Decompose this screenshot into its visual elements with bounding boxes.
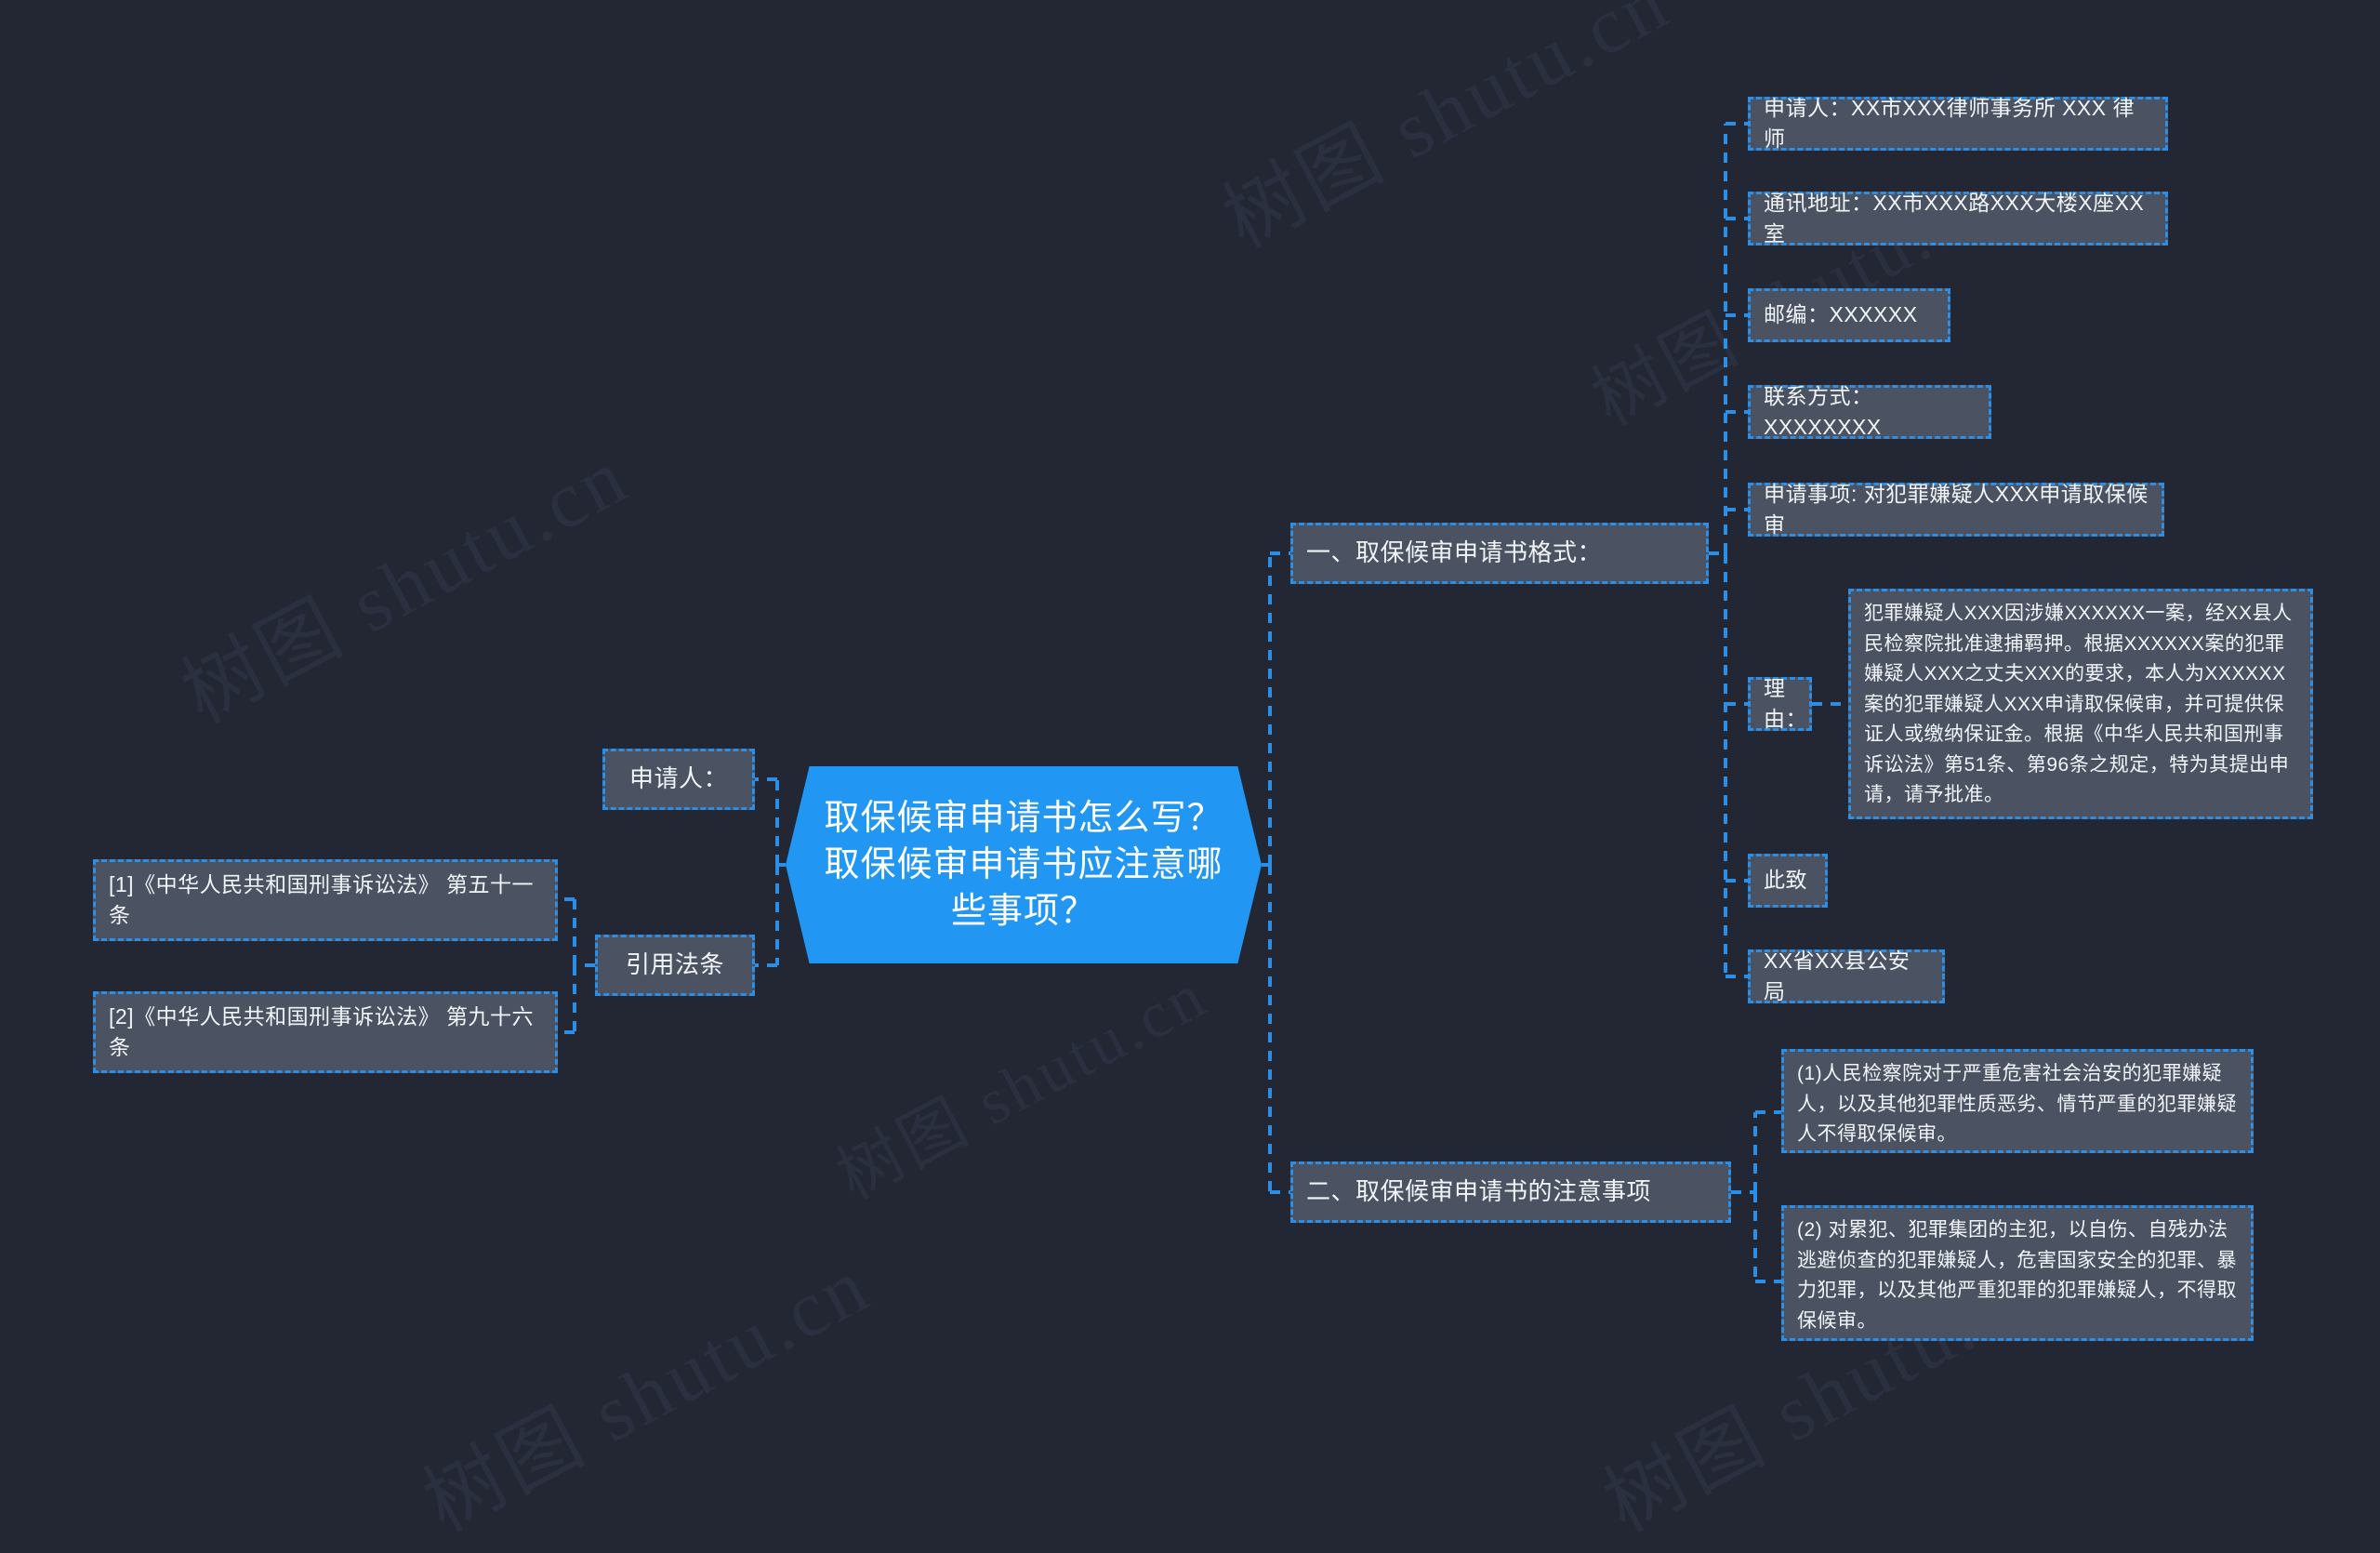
node-label: 二、取保候审申请书的注意事项 — [1306, 1177, 1652, 1206]
root-node-label: 取保候审申请书怎么写？取保候审申请书应注意哪些事项？ — [824, 798, 1223, 932]
node-reason-text[interactable]: 犯罪嫌疑人XXX因涉嫌XXXXXX一案，经XX县人民检察院批准逮捕羁押。根据XX… — [1848, 589, 2313, 819]
node-law-reference-1[interactable]: [1]《中华人民共和国刑事诉讼法》 第五十一条 — [93, 859, 558, 941]
node-note-1[interactable]: (1)人民检察院对于严重危害社会治安的犯罪嫌疑人，以及其他犯罪性质恶劣、情节严重… — [1781, 1049, 2254, 1153]
node-label: 引用法条 — [625, 950, 724, 979]
node-mailing-address[interactable]: 通讯地址：XX市XXX路XXX大楼X座XX室 — [1748, 191, 2168, 246]
node-label: 犯罪嫌疑人XXX因涉嫌XXXXXX一案，经XX县人民检察院批准逮捕羁押。根据XX… — [1864, 603, 2293, 806]
watermark: 树图 shutu.cn — [409, 1240, 884, 1549]
node-postal-code[interactable]: 邮编：XXXXXX — [1748, 288, 1950, 342]
node-label: [1]《中华人民共和国刑事诉讼法》 第五十一条 — [109, 872, 534, 928]
node-reason[interactable]: 理由： — [1748, 676, 1812, 731]
node-section-two-notes[interactable]: 二、取保候审申请书的注意事项 — [1290, 1161, 1731, 1223]
node-applicant-detail[interactable]: 申请人：XX市XXX律师事务所 XXX 律师 — [1748, 96, 2168, 151]
node-note-2[interactable]: (2) 对累犯、犯罪集团的主犯，以自伤、自残办法逃避侦查的犯罪嫌疑人，危害国家安… — [1781, 1205, 2254, 1341]
node-law-reference-2[interactable]: [2]《中华人民共和国刑事诉讼法》 第九十六条 — [93, 991, 558, 1073]
node-label: XX省XX县公安局 — [1764, 948, 1911, 1003]
node-applicant-left[interactable]: 申请人： — [602, 749, 755, 810]
node-label: 申请人： — [628, 764, 728, 793]
watermark: 树图 shutu.cn — [1209, 0, 1684, 266]
node-contact-method[interactable]: 联系方式：XXXXXXXX — [1748, 384, 1991, 439]
watermark: 树图 shutu.cn — [826, 959, 1219, 1214]
mindmap-canvas: 树图 shutu.cn 树图 shutu.cn 树图 shutu.cn 树图 s… — [0, 0, 2380, 1548]
node-cited-laws[interactable]: 引用法条 — [595, 935, 755, 996]
root-node[interactable]: 取保候审申请书怎么写？取保候审申请书应注意哪些事项？ — [786, 766, 1262, 963]
node-label: (2) 对累犯、犯罪集团的主犯，以自伤、自残办法逃避侦查的犯罪嫌疑人，危害国家安… — [1797, 1219, 2237, 1332]
watermark: 树图 shutu.cn — [167, 431, 642, 740]
node-application-item[interactable]: 申请事项: 对犯罪嫌疑人XXX申请取保候审 — [1748, 482, 2164, 537]
node-sincerely[interactable]: 此致 — [1748, 854, 1828, 908]
node-label: 此致 — [1764, 868, 1807, 893]
node-label: 通讯地址：XX市XXX路XXX大楼X座XX室 — [1764, 190, 2145, 246]
node-label: 一、取保候审申请书格式： — [1306, 538, 1603, 567]
node-label: (1)人民检察院对于严重危害社会治安的犯罪嫌疑人，以及其他犯罪性质恶劣、情节严重… — [1797, 1063, 2237, 1146]
node-recipient-bureau[interactable]: XX省XX县公安局 — [1748, 949, 1945, 1003]
node-label: 邮编：XXXXXX — [1764, 302, 1918, 327]
node-label: 理由： — [1764, 675, 1807, 731]
node-label: 申请人：XX市XXX律师事务所 XXX 律师 — [1764, 95, 2135, 151]
node-label: 联系方式：XXXXXXXX — [1764, 383, 1882, 439]
node-label: [2]《中华人民共和国刑事诉讼法》 第九十六条 — [109, 1004, 534, 1060]
node-section-one-format[interactable]: 一、取保候审申请书格式： — [1290, 523, 1709, 584]
node-label: 申请事项: 对犯罪嫌疑人XXX申请取保候审 — [1764, 481, 2149, 537]
